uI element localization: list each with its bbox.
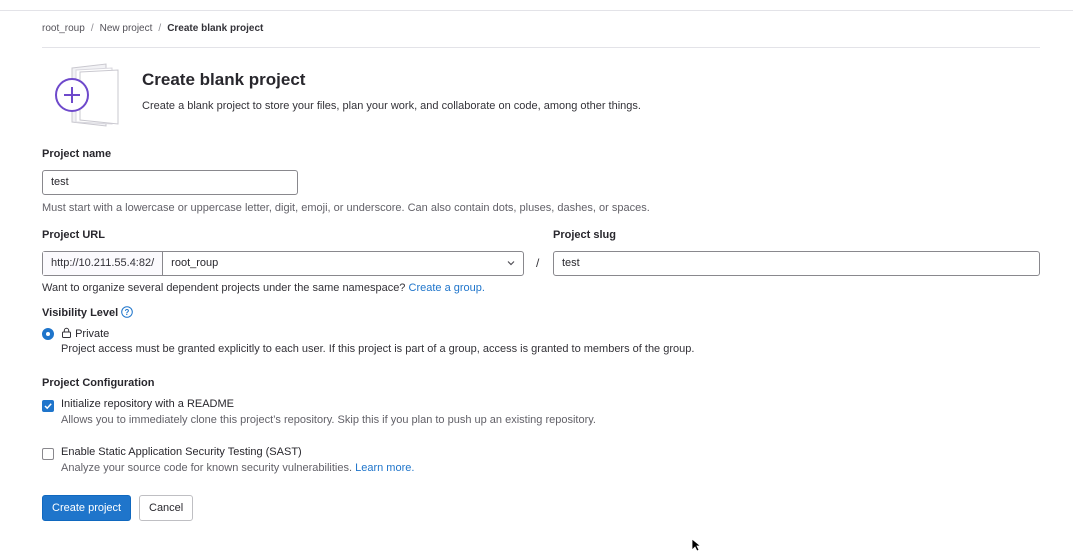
- sast-description-text: Analyze your source code for known secur…: [61, 462, 353, 474]
- page-title: Create blank project: [142, 70, 306, 89]
- project-slug-label: Project slug: [553, 229, 616, 241]
- readme-option-label[interactable]: Initialize repository with a README: [61, 398, 234, 410]
- visibility-private-label: Private: [75, 328, 110, 340]
- project-configuration-label: Project Configuration: [42, 377, 155, 389]
- readme-checkbox[interactable]: [42, 400, 54, 412]
- mouse-cursor-icon: [691, 538, 701, 552]
- page-description: Create a blank project to store your fil…: [142, 100, 641, 112]
- namespace-select[interactable]: root_roup: [163, 252, 523, 275]
- url-separator: /: [536, 256, 540, 270]
- svg-text:?: ?: [125, 308, 130, 317]
- project-url-group: http://10.211.55.4:82/ root_roup: [42, 251, 524, 276]
- project-url-label: Project URL: [42, 229, 105, 241]
- breadcrumb-divider: [42, 47, 1040, 48]
- project-url-prefix: http://10.211.55.4:82/: [43, 252, 164, 275]
- checkmark-icon: [44, 403, 52, 410]
- lock-icon: [62, 327, 71, 338]
- visibility-private-description: Project access must be granted explicitl…: [61, 343, 695, 355]
- help-icon[interactable]: ?: [121, 306, 134, 318]
- create-group-hint: Want to organize several dependent proje…: [42, 282, 485, 294]
- namespace-value: root_roup: [171, 257, 219, 269]
- visibility-private-radio[interactable]: [42, 328, 54, 340]
- create-group-link[interactable]: Create a group.: [409, 282, 485, 294]
- cancel-button[interactable]: Cancel: [139, 495, 194, 521]
- blank-project-illustration: [55, 63, 119, 127]
- breadcrumb: root_roup / New project / Create blank proje…: [42, 23, 264, 34]
- project-name-input[interactable]: test: [42, 170, 298, 195]
- visibility-private-option[interactable]: Private: [61, 327, 109, 340]
- breadcrumb-current[interactable]: Create blank project: [167, 23, 263, 34]
- breadcrumb-new-project[interactable]: New project: [100, 23, 153, 34]
- visibility-label: Visibility Level ?: [42, 306, 134, 319]
- project-name-help: Must start with a lowercase or uppercase…: [42, 202, 650, 214]
- project-slug-input[interactable]: test: [553, 251, 1040, 276]
- visibility-label-text: Visibility Level: [42, 307, 119, 319]
- sast-checkbox[interactable]: [42, 448, 54, 460]
- sast-option-description: Analyze your source code for known secur…: [61, 462, 414, 474]
- readme-option-description: Allows you to immediately clone this pro…: [61, 414, 596, 426]
- breadcrumb-group[interactable]: root_roup: [42, 23, 85, 34]
- sast-option-label[interactable]: Enable Static Application Security Testi…: [61, 446, 302, 458]
- create-group-hint-text: Want to organize several dependent proje…: [42, 282, 406, 294]
- top-divider: [0, 10, 1073, 11]
- chevron-down-icon: [507, 261, 515, 266]
- create-project-button[interactable]: Create project: [42, 495, 132, 521]
- learn-more-link[interactable]: Learn more.: [355, 462, 414, 474]
- project-name-label: Project name: [42, 148, 112, 160]
